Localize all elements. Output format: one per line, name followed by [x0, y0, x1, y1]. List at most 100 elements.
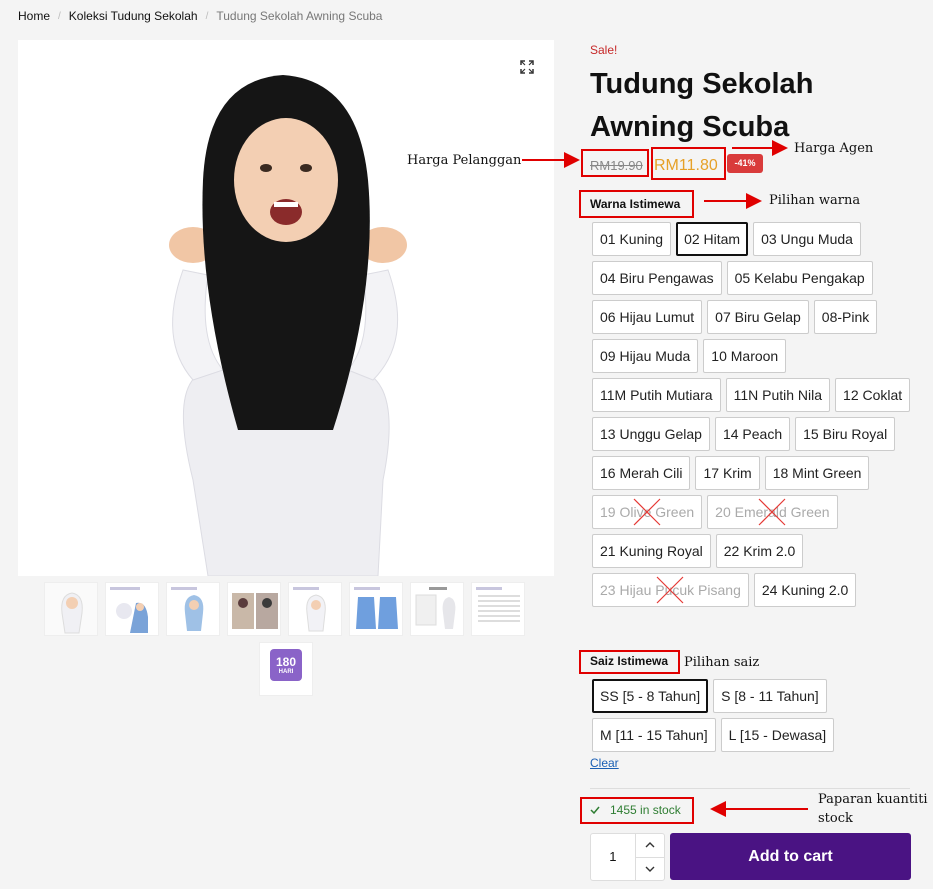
breadcrumb-home[interactable]: Home [18, 9, 50, 23]
clear-selection-link[interactable]: Clear [590, 756, 619, 770]
breadcrumb-current: Tudung Sekolah Awning Scuba [216, 9, 383, 23]
size-swatch-option-label: SS [5 - 8 Tahun] [600, 688, 701, 704]
color-swatch-option[interactable]: 13 Unggu Gelap [592, 417, 710, 451]
color-swatch-option[interactable]: 17 Krim [695, 456, 760, 490]
expand-icon[interactable] [520, 60, 534, 74]
quantity-increase-button[interactable] [636, 834, 664, 857]
annotation-harga-agen: Harga Agen [794, 141, 874, 156]
breadcrumb: Home / Koleksi Tudung Sekolah / Tudung S… [18, 9, 382, 23]
quantity-decrease-button[interactable] [635, 856, 664, 881]
color-swatch-option-label: 15 Biru Royal [803, 426, 888, 442]
color-swatch-option[interactable]: 16 Merah Cili [592, 456, 691, 490]
color-swatch-option-label: 03 Ungu Muda [761, 231, 853, 247]
size-swatch-option[interactable]: M [11 - 15 Tahun] [592, 718, 716, 752]
size-attribute-label: Saiz Istimewa [590, 654, 669, 668]
color-swatch-option-label: 24 Kuning 2.0 [761, 582, 849, 598]
color-swatch-option-label: 01 Kuning [600, 231, 664, 247]
color-swatch-option[interactable]: 22 Krim 2.0 [715, 534, 804, 568]
annotation-harga-pelanggan: Harga Pelanggan [407, 153, 522, 168]
chevron-up-icon [645, 842, 655, 848]
color-swatch-option[interactable]: 08-Pink [813, 300, 878, 334]
price-sale: RM11.80 [654, 157, 718, 174]
stock-status: 1455 in stock [590, 803, 681, 817]
color-swatch-option[interactable]: 01 Kuning [592, 222, 672, 256]
annotation-paparan-line1: Paparan kuantiti [818, 792, 928, 807]
color-swatch-option-label: 20 Emerald Green [715, 504, 830, 520]
color-swatch-option[interactable]: 12 Coklat [835, 378, 911, 412]
color-swatch-option[interactable]: 11M Putih Mutiara [592, 378, 721, 412]
breadcrumb-separator: / [205, 10, 209, 22]
color-swatch-option-label: 17 Krim [703, 465, 752, 481]
color-swatch-option[interactable]: 06 Hijau Lumut [592, 300, 703, 334]
color-swatch-option-label: 07 Biru Gelap [715, 309, 801, 325]
quantity-input[interactable]: 1 [591, 834, 635, 880]
color-swatch-option-label: 22 Krim 2.0 [723, 543, 796, 559]
thumbnail-1[interactable] [44, 582, 98, 636]
color-swatch-option[interactable]: 09 Hijau Muda [592, 339, 699, 373]
color-swatch-option-label: 08-Pink [821, 309, 870, 325]
color-swatch-option[interactable]: 03 Ungu Muda [753, 222, 861, 256]
quantity-stepper: 1 [590, 833, 665, 881]
check-icon [590, 806, 600, 814]
product-main-image[interactable] [18, 40, 554, 576]
size-swatch-list: SS [5 - 8 Tahun] S [8 - 11 Tahun] M [11 - … [592, 679, 892, 752]
guarantee-unit: HARI [278, 669, 294, 675]
size-swatch-option[interactable]: S [8 - 11 Tahun] [713, 679, 827, 713]
thumbnail-8[interactable] [471, 582, 525, 636]
color-swatch-option[interactable]: 21 Kuning Royal [592, 534, 711, 568]
sale-label: Sale! [590, 43, 618, 57]
size-swatch-option-label: L [15 - Dewasa] [728, 727, 827, 743]
color-swatch-option[interactable]: 04 Biru Pengawas [592, 261, 722, 295]
thumbnail-7[interactable] [410, 582, 464, 636]
add-to-cart-button[interactable]: Add to cart [670, 833, 911, 880]
color-swatch-option-label: 11N Putih Nila [733, 387, 823, 403]
color-swatch-option-label: 02 Hitam [684, 231, 741, 247]
size-swatch-option-label: M [11 - 15 Tahun] [600, 727, 708, 743]
color-swatch-option-label: 04 Biru Pengawas [600, 270, 714, 286]
annotation-pilihan-saiz: Pilihan saiz [684, 655, 760, 670]
color-swatch-option-label: 10 Maroon [711, 348, 779, 364]
size-swatch-option[interactable]: L [15 - Dewasa] [720, 718, 835, 752]
thumbnail-4[interactable] [227, 582, 281, 636]
color-swatch-option-label: 14 Peach [722, 426, 783, 442]
color-swatch-option[interactable]: 18 Mint Green [764, 456, 870, 490]
divider [590, 788, 910, 789]
color-swatch-option-label: 06 Hijau Lumut [600, 309, 695, 325]
product-photo [18, 40, 554, 576]
color-swatch-option[interactable]: 24 Kuning 2.0 [753, 573, 857, 607]
color-swatch-option: 20 Emerald Green [707, 495, 838, 529]
color-swatch-option[interactable]: 02 Hitam [676, 222, 749, 256]
breadcrumb-separator: / [58, 10, 61, 22]
breadcrumb-category[interactable]: Koleksi Tudung Sekolah [69, 9, 198, 23]
annotation-paparan-line2: stock [818, 811, 853, 826]
thumbnail-6[interactable] [349, 582, 403, 636]
thumbnail-2[interactable] [105, 582, 159, 636]
color-swatch-option-label: 11M Putih Mutiara [600, 387, 713, 403]
color-swatch-option-label: 18 Mint Green [772, 465, 862, 481]
color-swatch-option[interactable]: 11N Putih Nila [725, 378, 831, 412]
thumbnail-3[interactable] [166, 582, 220, 636]
color-swatch-option: 19 Olive Green [592, 495, 703, 529]
color-swatch-option-label: 16 Merah Cili [600, 465, 683, 481]
color-swatch-option-label: 05 Kelabu Pengakap [734, 270, 865, 286]
thumbnail-5[interactable] [288, 582, 342, 636]
product-title: Tudung Sekolah Awning Scuba [590, 68, 814, 143]
color-swatch-option[interactable]: 05 Kelabu Pengakap [726, 261, 873, 295]
size-swatch-option-label: S [8 - 11 Tahun] [721, 688, 819, 704]
color-swatch-option-label: 21 Kuning Royal [600, 543, 703, 559]
color-swatch-option-label: 23 Hijau Pucuk Pisang [600, 582, 741, 598]
size-swatch-option[interactable]: SS [5 - 8 Tahun] [592, 679, 709, 713]
thumbnail-9[interactable]: 180 HARI [259, 642, 313, 696]
color-swatch-option[interactable]: 10 Maroon [703, 339, 787, 373]
color-attribute-label: Warna Istimewa [590, 197, 681, 211]
price-regular: RM19.90 [590, 158, 643, 173]
annotation-pilihan-warna: Pilihan warna [769, 193, 861, 208]
color-swatch-option[interactable]: 07 Biru Gelap [707, 300, 809, 334]
color-swatch-option[interactable]: 15 Biru Royal [795, 417, 896, 451]
color-swatch-option-label: 09 Hijau Muda [600, 348, 691, 364]
color-swatch-option[interactable]: 14 Peach [714, 417, 791, 451]
color-swatch-list: 01 Kuning 02 Hitam 03 Ungu Muda 04 Biru Pen… [592, 222, 912, 607]
chevron-down-icon [645, 866, 655, 872]
thumbnail-gallery [44, 582, 534, 636]
stock-text: 1455 in stock [610, 803, 681, 817]
